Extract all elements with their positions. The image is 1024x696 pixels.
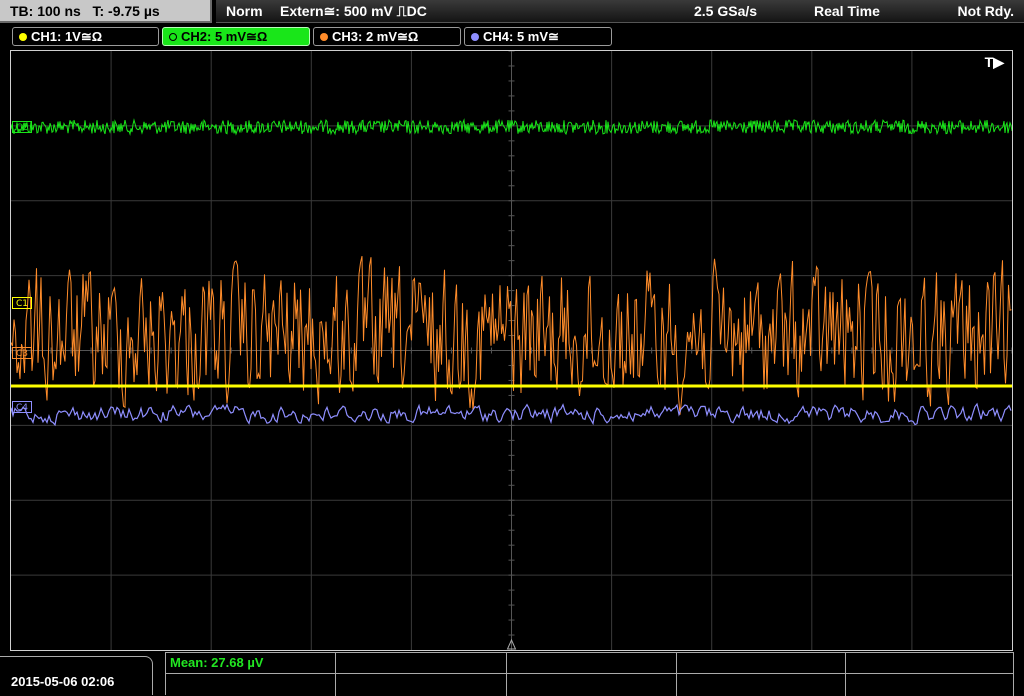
- measurement-cell[interactable]: [507, 674, 677, 696]
- tab-ch4-label: CH4: 5 mV≅: [483, 29, 559, 44]
- mean-measurement: Mean: 27.68 µV: [170, 655, 264, 670]
- measurement-row: Mean: 27.68 µV: [166, 652, 1014, 674]
- date-time-box: 2015-05-06 02:06: [0, 656, 153, 695]
- ch2-color-dot: [169, 33, 177, 41]
- timebase-readout: TB: 100 ns: [10, 3, 81, 19]
- ch4-color-dot: [471, 33, 479, 41]
- tab-ch1[interactable]: CH1: 1V≅Ω: [12, 27, 159, 46]
- tab-ch2[interactable]: CH2: 5 mV≅Ω: [162, 27, 310, 46]
- acquisition-status-strip: Norm Extern≅: 500 mV ⎍DC 2.5 GSa/s Real …: [216, 0, 1024, 23]
- measurement-table[interactable]: Mean: 27.68 µV: [165, 652, 1014, 696]
- date-time: 2015-05-06 02:06: [11, 674, 115, 689]
- measurement-cell[interactable]: [336, 674, 507, 696]
- ch4-offset-marker[interactable]: C4: [12, 401, 33, 413]
- trigger-position-marker[interactable]: T▶: [985, 54, 1004, 71]
- graticule-grid: [11, 51, 1012, 650]
- run-status: Not Rdy.: [957, 3, 1014, 19]
- tab-ch3-label: CH3: 2 mV≅Ω: [332, 29, 419, 44]
- measurement-cell[interactable]: [677, 653, 846, 674]
- tab-ch4[interactable]: CH4: 5 mV≅: [464, 27, 612, 46]
- measurement-cell-mean[interactable]: Mean: 27.68 µV: [166, 653, 336, 674]
- ch3-offset-marker[interactable]: C3: [12, 347, 33, 359]
- sample-rate: 2.5 GSa/s: [694, 3, 758, 19]
- ch3-color-dot: [320, 33, 328, 41]
- ch1-offset-marker[interactable]: C1: [12, 297, 33, 309]
- ch2-offset-marker[interactable]: C2: [12, 121, 33, 133]
- channel-tabs: CH1: 1V≅Ω CH2: 5 mV≅Ω CH3: 2 mV≅Ω CH4: 5…: [0, 27, 1024, 48]
- measurement-cell[interactable]: [336, 653, 507, 674]
- timebase-box[interactable]: TB: 100 ns T: -9.75 µs: [0, 0, 212, 23]
- waveform-canvas: [11, 51, 1012, 650]
- measurement-cell[interactable]: [166, 674, 336, 696]
- tab-ch1-label: CH1: 1V≅Ω: [31, 29, 103, 44]
- measurement-cell[interactable]: [507, 653, 677, 674]
- trigger-source[interactable]: Extern≅: 500 mV ⎍DC: [280, 3, 427, 20]
- measurement-cell[interactable]: [846, 674, 1014, 696]
- measurement-row: [166, 673, 1014, 696]
- measurement-cell[interactable]: [846, 653, 1014, 674]
- trigger-mode[interactable]: Norm: [226, 3, 263, 19]
- measurement-cell[interactable]: [677, 674, 846, 696]
- top-status-bar: TB: 100 ns T: -9.75 µs Norm Extern≅: 500…: [0, 0, 1024, 26]
- acquisition-mode[interactable]: Real Time: [814, 3, 880, 19]
- tab-ch2-label: CH2: 5 mV≅Ω: [181, 29, 268, 44]
- ch1-color-dot: [19, 33, 27, 41]
- trigger-time-readout: T: -9.75 µs: [92, 3, 160, 19]
- waveform-display[interactable]: T▶ C2 C1 C3 C4: [10, 50, 1013, 651]
- tab-ch3[interactable]: CH3: 2 mV≅Ω: [313, 27, 461, 46]
